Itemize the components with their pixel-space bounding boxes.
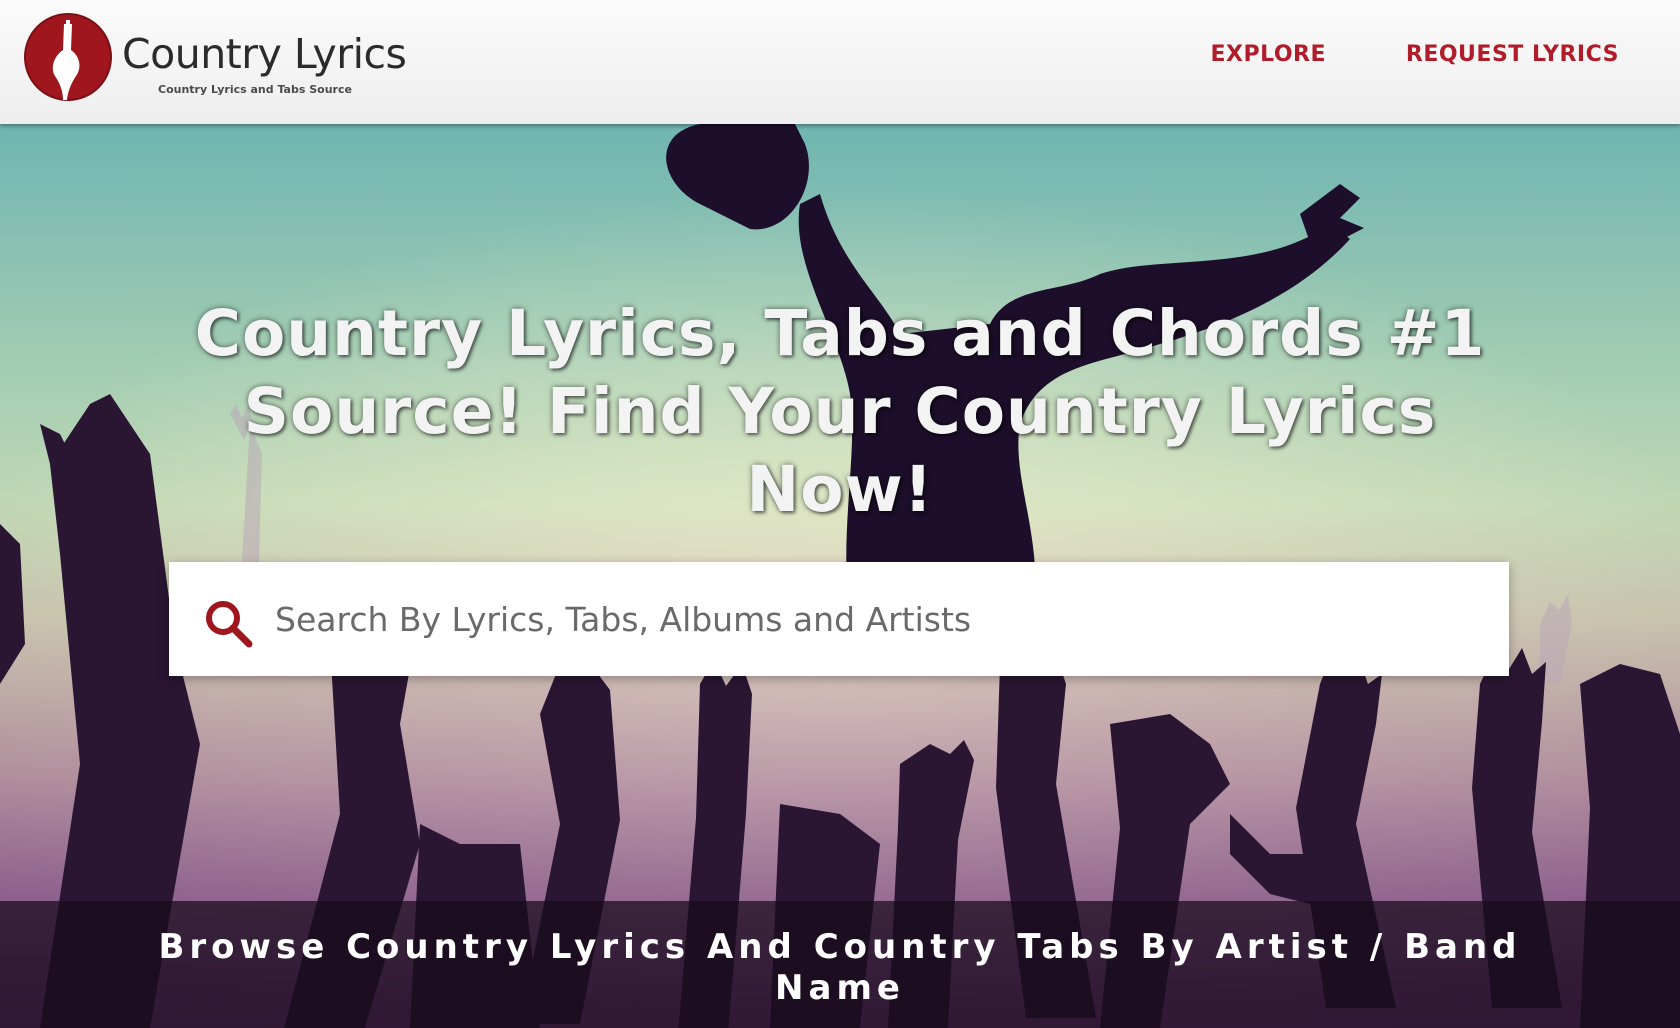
brand-tagline: Country Lyrics and Tabs Source [158, 83, 352, 96]
search-icon[interactable] [203, 598, 253, 648]
hero-section: Country Lyrics, Tabs and Chords #1 Sourc… [0, 124, 1680, 1028]
hero-headline: Country Lyrics, Tabs and Chords #1 Sourc… [194, 297, 1486, 526]
brand-name: Country Lyrics [122, 30, 407, 78]
search-bar [169, 562, 1509, 676]
browse-banner: Browse Country Lyrics And Country Tabs B… [0, 901, 1680, 1028]
guitar-logo-icon [24, 13, 112, 101]
search-input[interactable] [273, 582, 1477, 656]
browse-by-artist-link[interactable]: Browse Country Lyrics And Country Tabs B… [90, 927, 1590, 1009]
nav-explore-link[interactable]: EXPLORE [1210, 42, 1326, 67]
site-logo[interactable]: Country Lyrics Country Lyrics and Tabs S… [22, 10, 442, 110]
nav-request-lyrics-link[interactable]: REQUEST LYRICS [1406, 42, 1619, 67]
site-header: Country Lyrics Country Lyrics and Tabs S… [0, 0, 1680, 124]
